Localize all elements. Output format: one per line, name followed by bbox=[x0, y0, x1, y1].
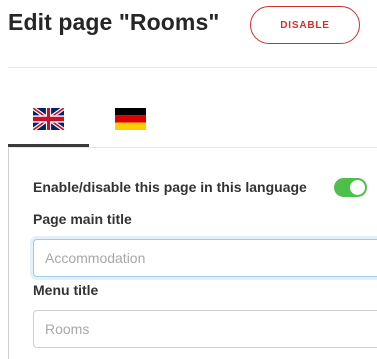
toggle-knob bbox=[350, 180, 365, 195]
disable-button[interactable]: DISABLE bbox=[250, 6, 360, 44]
menu-title-input[interactable] bbox=[33, 310, 377, 348]
page-title: Edit page "Rooms" bbox=[8, 9, 220, 35]
header-divider bbox=[8, 67, 377, 68]
tab-panel-border bbox=[8, 148, 9, 359]
enable-page-toggle[interactable] bbox=[334, 178, 367, 197]
enable-page-label: Enable/disable this page in this languag… bbox=[33, 179, 307, 195]
tab-english[interactable] bbox=[8, 108, 89, 147]
page-main-title-input[interactable] bbox=[33, 239, 377, 277]
tabs-divider bbox=[8, 147, 377, 148]
germany-flag-icon bbox=[115, 108, 146, 130]
menu-title-label: Menu title bbox=[33, 282, 99, 298]
page-main-title-label: Page main title bbox=[33, 211, 132, 227]
uk-flag-icon bbox=[33, 108, 64, 130]
tab-german[interactable] bbox=[100, 108, 160, 146]
